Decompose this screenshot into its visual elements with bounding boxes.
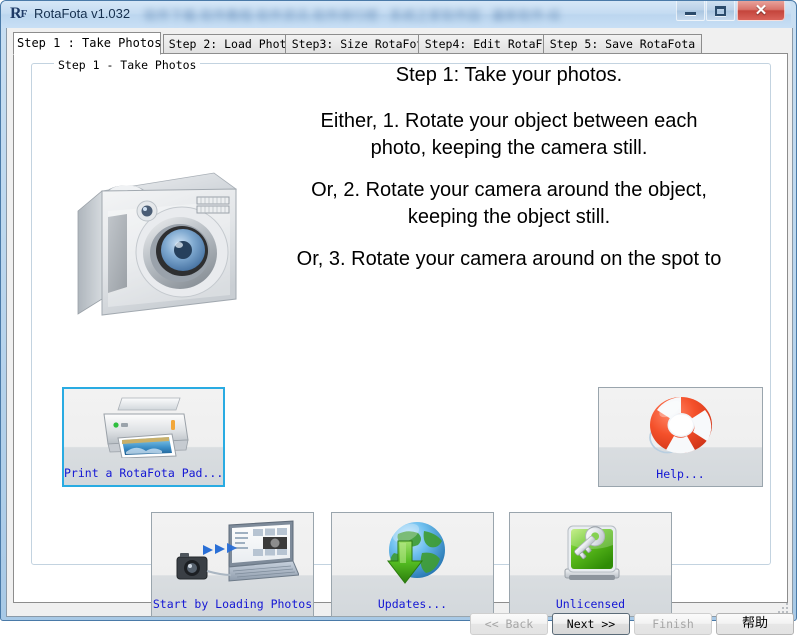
print-rotafota-pad-label: Print a RotaFota Pad... [64,466,224,480]
green-key-icon [510,519,671,591]
updates-button-label: Updates... [377,597,448,611]
instruction-option-2: Or, 2. Rotate your camera around the obj… [244,177,774,230]
tab-page-step-1: Step 1 - Take Photos Step 1: Take your p… [13,53,788,617]
instruction-option-2-line-1: Or, 2. Rotate your camera around the obj… [311,179,707,202]
printer-icon [64,393,223,459]
instruction-option-1: Either, 1. Rotate your object between ea… [244,108,774,161]
back-button[interactable]: << Back [470,613,548,635]
instruction-option-1-line-1: Either, 1. Rotate your object between ea… [320,110,698,133]
minimize-button[interactable] [676,1,705,21]
instruction-option-2-line-2: keeping the object still. [407,205,611,228]
app-icon-letter-f: F [20,8,28,20]
instruction-option-3: Or, 3. Rotate your camera around on the … [244,246,774,272]
help-button[interactable]: Help... [598,387,763,487]
instruction-option-1-line-2: photo, keeping the camera still. [370,136,648,159]
title-bar[interactable]: RF RotaFota v1.032 软件下载-软件教程-软件资讯-软件排行榜 … [1,1,791,28]
client-area: Step 1 : Take Photos Step 2: Load Photos… [6,28,794,635]
instruction-heading: Step 1: Take your photos. [395,64,623,86]
camera-to-laptop-icon [152,519,313,591]
tab-step-3-size-rotafota[interactable]: Step3: Size RotaFota [285,34,437,54]
print-rotafota-pad-button[interactable]: Print a RotaFota Pad... [62,387,225,487]
life-preserver-icon [599,392,762,458]
tab-strip: Step 1 : Take Photos Step 2: Load Photos… [13,32,788,55]
start-loading-photos-button[interactable]: Start by Loading Photos [151,512,314,617]
close-icon: ✕ [754,1,768,19]
blurred-watermark-text: 软件下载-软件教程-软件资讯-软件排行榜 - 系统之家软件园 - 最新软件-绿色… [144,8,559,23]
minimize-icon [685,11,696,15]
maximize-button[interactable] [706,1,735,21]
close-button[interactable]: ✕ [737,1,785,21]
instruction-text-block: Step 1: Take your photos. Either, 1. Rot… [244,62,774,288]
tab-step-1-take-photos[interactable]: Step 1 : Take Photos [13,32,162,55]
digital-camera-icon [64,159,249,339]
start-loading-photos-label: Start by Loading Photos [152,597,313,611]
groupbox-label: Step 1 - Take Photos [54,58,201,72]
resize-grip[interactable] [776,601,790,615]
tab-step-5-save-rotafota[interactable]: Step 5: Save RotaFota [543,34,702,54]
help-button-label: Help... [656,467,705,481]
help-nav-button[interactable]: 帮助 [716,613,794,635]
next-button[interactable]: Next >> [552,613,630,635]
application-window: RF RotaFota v1.032 软件下载-软件教程-软件资讯-软件排行榜 … [0,0,797,635]
finish-button[interactable]: Finish [634,613,712,635]
updates-button[interactable]: Updates... [331,512,494,617]
license-status-button[interactable]: Unlicensed [509,512,672,617]
window-title: RotaFota v1.032 [34,6,131,21]
app-icon: RF [10,5,28,23]
instruction-option-3-line-1: Or, 3. Rotate your camera around on the … [296,247,722,270]
license-status-label: Unlicensed [555,597,626,611]
globe-download-icon [332,519,493,591]
app-icon-letter-r: R [10,5,22,22]
maximize-icon [715,5,726,16]
